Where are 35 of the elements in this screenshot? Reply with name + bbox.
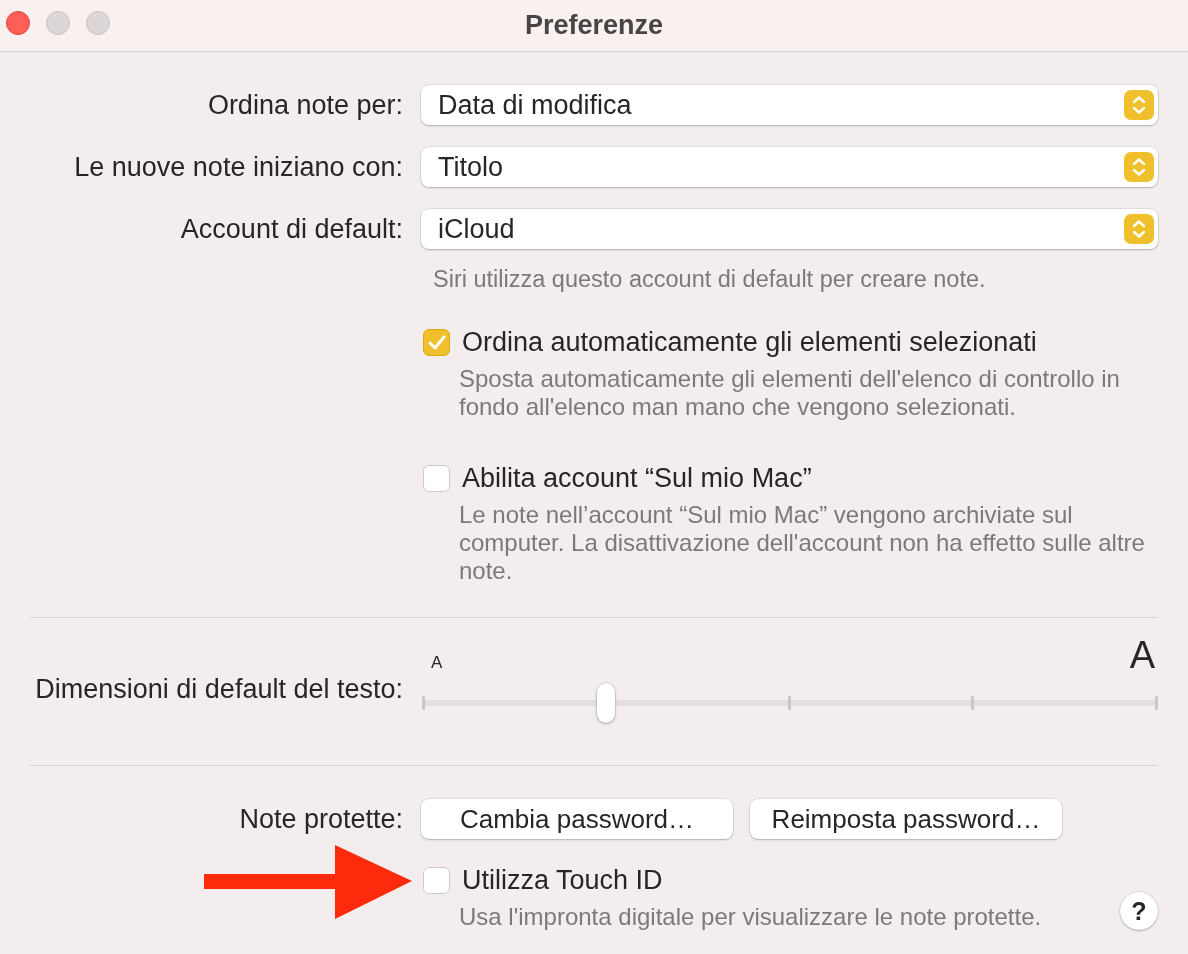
help-button[interactable]: ?: [1120, 892, 1158, 930]
large-size-label: A: [1129, 635, 1155, 675]
option-description: Usa l'impronta digitale per visualizzare le note protette.: [458, 904, 1042, 930]
option-description: Le note nell’account “Sul mio Mac” vengono archiviate sul computer. La disattivazione dell'account non ha effetto sulle altre note.: [458, 501, 1146, 585]
up-down-chevron-icon: [1124, 214, 1154, 244]
dropdown[interactable]: iCloud: [421, 209, 1158, 249]
hint-text: Siri utilizza questo account di default per creare note.: [432, 266, 987, 292]
dropdown[interactable]: Titolo: [421, 147, 1158, 187]
slider-thumb[interactable]: [597, 683, 616, 723]
checkmark-icon: [427, 334, 446, 350]
checkbox[interactable]: [423, 866, 450, 894]
field-label: Le nuove note iniziano con:: [74, 151, 403, 183]
field-label: Dimensioni di default del testo:: [35, 672, 403, 705]
checkbox-label: Abilita account “Sul mio Mac”: [462, 462, 812, 494]
slider-tick: [421, 696, 425, 710]
checkbox-label: Utilizza Touch ID: [462, 864, 663, 896]
close-button[interactable]: [6, 11, 30, 35]
small-size-label: A: [431, 653, 443, 673]
password-button[interactable]: Reimposta password…: [750, 799, 1062, 839]
field-label: Note protette:: [239, 803, 403, 835]
window-title: Preferenze: [524, 10, 664, 41]
checkbox[interactable]: [423, 464, 450, 492]
checkbox-label: Ordina automaticamente gli elementi selezionati: [462, 326, 1037, 358]
up-down-chevron-icon: [1124, 152, 1154, 182]
field-label: Ordina note per:: [207, 89, 403, 121]
slider-tick: [788, 696, 791, 710]
field-label: Account di default:: [180, 213, 403, 245]
slider-tick: [1154, 696, 1158, 710]
option-description: Sposta automaticamente gli elementi dell'elenco di controllo in fondo all'elenco man mano che vengono selezionati.: [458, 365, 1121, 421]
checkbox[interactable]: [423, 328, 450, 356]
slider-tick: [971, 696, 975, 710]
dropdown[interactable]: Data di modifica: [421, 85, 1158, 125]
up-down-chevron-icon: [1124, 90, 1154, 120]
password-button[interactable]: Cambia password…: [421, 799, 733, 839]
text-size-slider[interactable]: [423, 683, 1156, 723]
